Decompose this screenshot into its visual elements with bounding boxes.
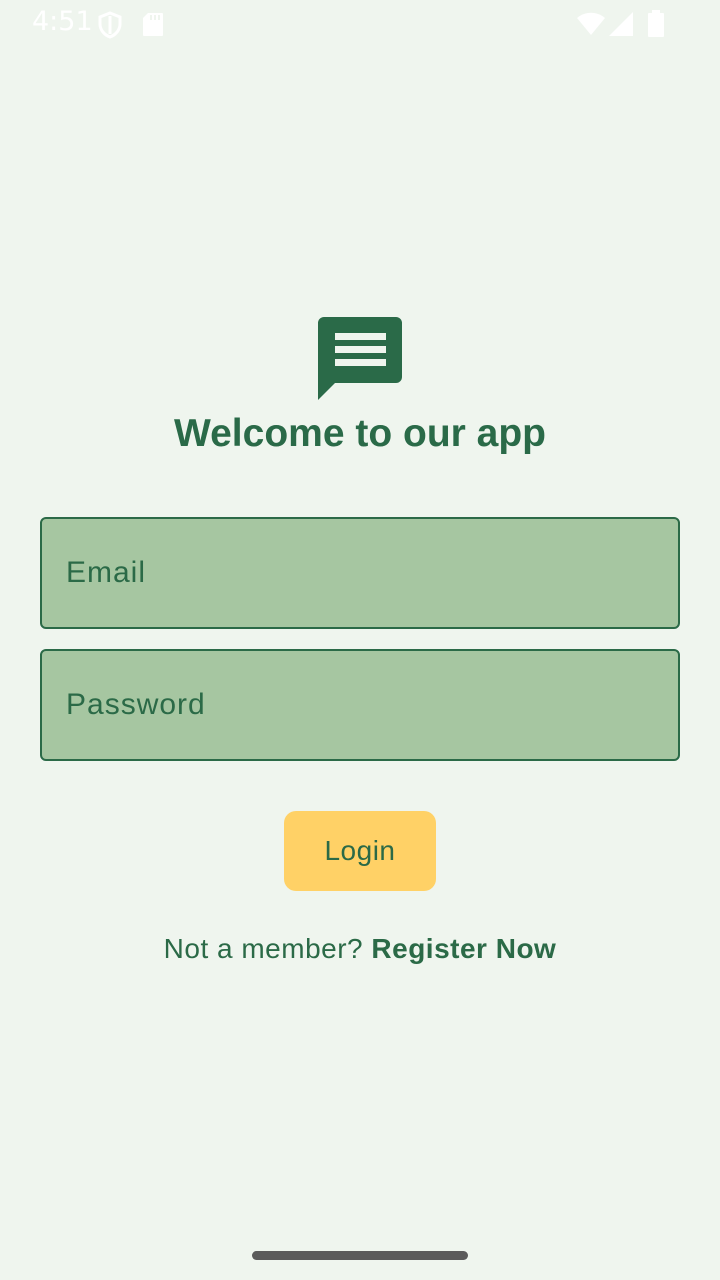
register-prompt: Not a member? bbox=[163, 933, 364, 964]
register-now-link[interactable]: Register Now bbox=[371, 933, 556, 964]
register-row: Not a member? Register Now bbox=[0, 933, 720, 965]
wifi-icon bbox=[577, 12, 605, 35]
password-input[interactable] bbox=[42, 651, 678, 759]
login-button[interactable]: Login bbox=[284, 811, 436, 891]
status-time: 4:51 bbox=[32, 6, 93, 37]
password-field-container bbox=[40, 649, 680, 761]
email-input[interactable] bbox=[42, 519, 678, 627]
signal-icon bbox=[609, 12, 633, 36]
welcome-title: Welcome to our app bbox=[174, 412, 546, 455]
home-indicator[interactable] bbox=[252, 1251, 468, 1260]
login-screen: 4:51 Welcome to our app Email Login Not … bbox=[0, 0, 720, 1280]
email-field-container bbox=[40, 517, 680, 629]
message-icon bbox=[318, 317, 402, 400]
sd-card-icon bbox=[143, 13, 163, 36]
battery-icon bbox=[648, 10, 664, 37]
shield-icon bbox=[98, 11, 122, 39]
status-bar: 4:51 bbox=[0, 0, 720, 48]
